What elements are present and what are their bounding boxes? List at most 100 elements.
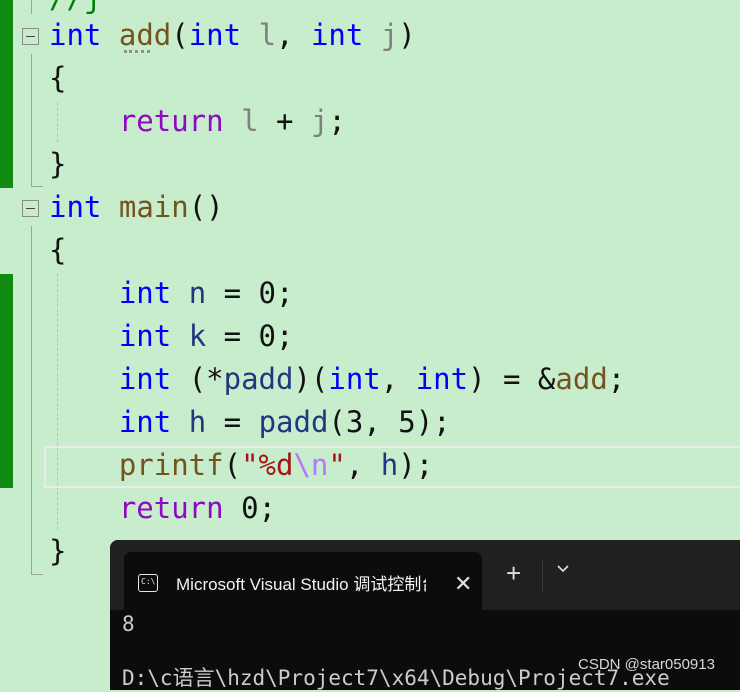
code-token: int (415, 362, 469, 396)
code-token: int (118, 319, 172, 353)
code-token: (3, 5); (328, 405, 451, 439)
code-line[interactable]: return 0; (49, 488, 276, 528)
code-token: int (118, 405, 172, 439)
change-marker (0, 0, 13, 188)
code-token: int (188, 18, 242, 52)
code-line[interactable]: } (49, 144, 66, 184)
suggestion-dots (124, 50, 150, 57)
code-token: { (49, 233, 67, 267)
outline-end (31, 574, 43, 575)
console-icon: C:\ (138, 574, 158, 592)
code-token: int (328, 362, 381, 396)
code-token: h (380, 448, 399, 482)
code-token: int (118, 276, 172, 310)
code-token: l (241, 104, 259, 138)
chevron-down-icon[interactable] (556, 562, 570, 576)
code-token: padd (223, 362, 294, 396)
code-token: ; (328, 104, 346, 138)
code-token: add (555, 362, 608, 396)
code-token: j (380, 18, 399, 52)
close-icon[interactable]: ✕ (454, 572, 472, 596)
code-token: main (118, 190, 189, 224)
code-token: )( (293, 362, 329, 396)
code-token: n (188, 276, 207, 310)
code-line[interactable]: int n = 0; (49, 273, 294, 313)
code-token: \n (293, 448, 329, 482)
watermark: CSDN @star050913 (578, 656, 715, 673)
code-line[interactable]: int main() (49, 187, 224, 227)
code-line[interactable]: } (49, 531, 66, 571)
code-token: return (118, 491, 224, 525)
code-token: "%d (241, 448, 294, 482)
collapse-icon[interactable] (22, 200, 39, 217)
code-token: = (206, 405, 259, 439)
code-token: () (188, 190, 224, 224)
code-token: { (49, 61, 67, 95)
new-tab-button[interactable]: + (506, 558, 521, 588)
code-token: + (258, 104, 311, 138)
code-token: , (345, 448, 381, 482)
code-token: = 0; (206, 276, 294, 310)
code-line[interactable]: { (49, 58, 66, 98)
terminal-tab-bar: C:\ Microsoft Visual Studio 调试控制台 ✕ + (110, 540, 740, 610)
code-token: ; (607, 362, 626, 396)
code-token: ( (223, 448, 242, 482)
code-line[interactable]: int k = 0; (49, 316, 294, 356)
console-output: 8 (122, 612, 135, 636)
code-token: (* (171, 362, 224, 396)
code-line[interactable]: int (*padd)(int, int) = &add; (49, 359, 625, 399)
terminal-tab[interactable]: C:\ Microsoft Visual Studio 调试控制台 ✕ (124, 552, 482, 610)
code-token: ) (398, 18, 416, 52)
code-token: , (276, 18, 311, 52)
code-token: ( (171, 18, 189, 52)
code-token: h (188, 405, 207, 439)
outline-line (31, 0, 32, 14)
code-token: add (118, 18, 172, 52)
code-token: int (118, 362, 172, 396)
code-token: return (118, 104, 224, 138)
code-line[interactable]: printf("%d\n", h); (49, 445, 433, 485)
code-token: } (49, 534, 67, 568)
code-token: " (328, 448, 346, 482)
code-token: ) = & (468, 362, 556, 396)
code-token: printf (118, 448, 224, 482)
tab-separator (542, 560, 543, 592)
outline-line (31, 226, 32, 574)
code-token: l (258, 18, 277, 52)
outline-end (31, 186, 43, 187)
code-token: int (310, 18, 364, 52)
code-token: } (49, 147, 67, 181)
code-token: int (49, 18, 102, 52)
code-token: j (310, 104, 329, 138)
change-marker (0, 274, 13, 488)
code-line[interactable]: int h = padd(3, 5); (49, 402, 451, 442)
tab-title: Microsoft Visual Studio 调试控制台 (176, 575, 426, 594)
code-token: = 0; (206, 319, 294, 353)
code-token: ); (398, 448, 434, 482)
collapse-icon[interactable] (22, 28, 39, 45)
code-token: int (49, 190, 102, 224)
outline-line (31, 54, 32, 186)
code-token: 0; (223, 491, 276, 525)
code-line[interactable]: { (49, 230, 66, 270)
code-token: k (188, 319, 207, 353)
code-line[interactable]: int add(int l, int j) (49, 15, 416, 55)
code-line[interactable]: return l + j; (49, 101, 346, 141)
code-token: padd (258, 405, 329, 439)
code-token: , (380, 362, 416, 396)
